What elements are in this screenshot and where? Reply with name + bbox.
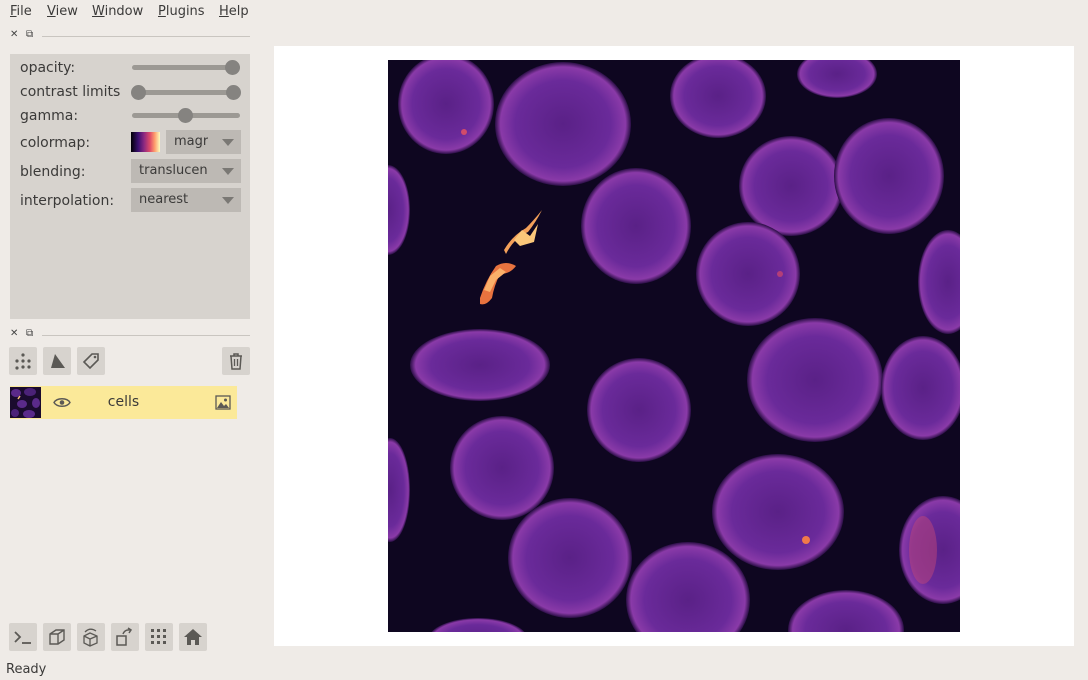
home-icon xyxy=(184,629,202,645)
opacity-slider-handle[interactable] xyxy=(225,60,240,75)
float-icon[interactable]: ⧉ xyxy=(26,328,33,339)
console-button[interactable] xyxy=(9,623,37,651)
interpolation-label: interpolation: xyxy=(20,193,115,209)
menu-file[interactable]: File xyxy=(10,4,32,19)
float-icon[interactable]: ⧉ xyxy=(26,29,33,40)
divider xyxy=(42,36,250,37)
contrast-slider-track[interactable] xyxy=(138,90,236,95)
menu-help[interactable]: Help xyxy=(219,4,249,19)
viewer-canvas[interactable] xyxy=(274,46,1074,646)
grid-icon xyxy=(151,629,166,644)
gamma-slider-handle[interactable] xyxy=(178,108,193,123)
new-points-button[interactable] xyxy=(9,347,37,375)
blending-label: blending: xyxy=(20,164,86,180)
new-shapes-button[interactable] xyxy=(43,347,71,375)
cube-icon xyxy=(49,629,65,645)
interpolation-dropdown[interactable]: nearest xyxy=(131,188,241,212)
chevron-down-icon xyxy=(222,197,234,204)
blending-value: translucen xyxy=(139,163,208,178)
colormap-value: magr xyxy=(174,134,209,149)
contrast-limits-label: contrast limits xyxy=(20,84,121,100)
delete-layer-button[interactable] xyxy=(222,347,250,375)
blending-dropdown[interactable]: translucen xyxy=(131,159,241,183)
chevron-down-icon xyxy=(222,139,234,146)
new-shapes-icon xyxy=(51,354,65,368)
status-text: Ready xyxy=(6,662,47,677)
image-icon xyxy=(215,395,231,410)
menu-window[interactable]: Window xyxy=(92,4,143,19)
opacity-slider-track[interactable] xyxy=(132,65,240,70)
contrast-max-handle[interactable] xyxy=(226,85,241,100)
grid-button[interactable] xyxy=(145,623,173,651)
layer-controls-panel: opacity: contrast limits gamma: colormap… xyxy=(10,54,250,319)
cells-image[interactable] xyxy=(388,60,960,632)
layer-controls-dock-titlebar: ✕ ⧉ xyxy=(10,29,250,42)
chevron-down-icon xyxy=(222,168,234,175)
opacity-label: opacity: xyxy=(20,60,76,76)
divider xyxy=(42,335,250,336)
new-labels-button[interactable] xyxy=(77,347,105,375)
layer-list-item[interactable]: cells xyxy=(10,386,237,419)
ndisplay-button[interactable] xyxy=(43,623,71,651)
transpose-button[interactable] xyxy=(111,623,139,651)
contrast-min-handle[interactable] xyxy=(131,85,146,100)
console-icon xyxy=(14,631,31,644)
menu-bar: File View Window Plugins Help xyxy=(0,0,1088,24)
close-icon[interactable]: ✕ xyxy=(10,29,18,40)
home-button[interactable] xyxy=(179,623,207,651)
colormap-dropdown[interactable]: magr xyxy=(166,130,241,154)
gamma-label: gamma: xyxy=(20,108,79,124)
new-points-icon xyxy=(15,353,31,370)
close-icon[interactable]: ✕ xyxy=(10,328,18,339)
menu-view[interactable]: View xyxy=(47,4,78,19)
interpolation-value: nearest xyxy=(139,192,189,207)
layer-list-dock-titlebar: ✕ ⧉ xyxy=(10,328,250,341)
roll-icon xyxy=(83,628,98,647)
colormap-label: colormap: xyxy=(20,135,91,151)
trash-icon xyxy=(230,353,242,370)
menu-plugins[interactable]: Plugins xyxy=(158,4,205,19)
roll-button[interactable] xyxy=(77,623,105,651)
transpose-icon xyxy=(116,627,133,646)
layer-name[interactable]: cells xyxy=(10,394,237,410)
colormap-swatch xyxy=(131,132,160,152)
new-labels-icon xyxy=(82,353,99,370)
